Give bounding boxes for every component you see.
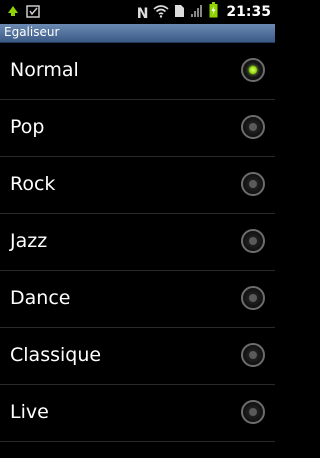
radio-button[interactable] (241, 286, 265, 310)
status-bar: N 21:35 (0, 0, 275, 24)
preset-label: Dance (10, 287, 71, 309)
preset-item-pop[interactable]: Pop (0, 100, 275, 157)
page-title: Egaliseur (4, 25, 60, 39)
preset-label: Jazz (10, 230, 48, 252)
signal-icon (190, 3, 204, 22)
wifi-icon (153, 3, 169, 22)
preset-label: Rock (10, 173, 56, 195)
preset-label: Pop (10, 116, 45, 138)
preset-item-classique[interactable]: Classique (0, 328, 275, 385)
preset-label: Classique (10, 344, 102, 366)
nfc-icon: N (136, 5, 149, 22)
radio-button-selected[interactable] (241, 58, 265, 82)
preset-item-live[interactable]: Live (0, 385, 275, 442)
usb-debug-icon (6, 3, 20, 22)
battery-charging-icon (209, 2, 218, 22)
radio-button[interactable] (241, 400, 265, 424)
radio-button[interactable] (241, 229, 265, 253)
preset-label: Normal (10, 59, 79, 81)
title-bar: Egaliseur (0, 24, 275, 43)
clock: 21:35 (226, 4, 271, 20)
equalizer-preset-list: Normal Pop Rock Jazz Dance Classique Liv… (0, 43, 275, 442)
preset-item-jazz[interactable]: Jazz (0, 214, 275, 271)
radio-button[interactable] (241, 172, 265, 196)
radio-button[interactable] (241, 343, 265, 367)
sim-icon (174, 3, 185, 22)
download-done-icon (26, 3, 40, 22)
preset-item-dance[interactable]: Dance (0, 271, 275, 328)
preset-item-rock[interactable]: Rock (0, 157, 275, 214)
preset-item-normal[interactable]: Normal (0, 43, 275, 100)
radio-button[interactable] (241, 115, 265, 139)
preset-label: Live (10, 401, 49, 423)
